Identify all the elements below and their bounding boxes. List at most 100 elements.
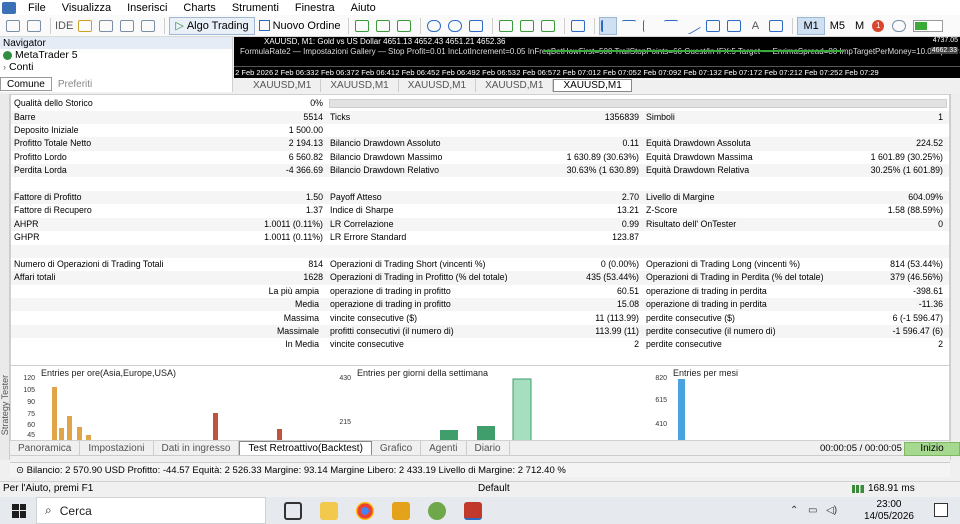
chart-tab[interactable]: XAUUSD,M1 xyxy=(476,78,554,92)
market-icon[interactable] xyxy=(97,17,115,35)
vertical-line-icon[interactable] xyxy=(641,17,659,35)
toolbar-separator xyxy=(492,17,494,34)
menu-insert[interactable]: Inserisci xyxy=(119,2,175,14)
history-quality-label: Qualità dello Storico xyxy=(14,98,93,108)
chart-tab[interactable]: XAUUSD,M1 xyxy=(321,78,399,92)
cursor-icon[interactable] xyxy=(599,16,618,35)
crosshair-icon[interactable] xyxy=(620,17,638,35)
file-explorer-icon[interactable] xyxy=(320,501,338,520)
menu-help[interactable]: Aiuto xyxy=(343,2,384,14)
report-label: vincite consecutive xyxy=(330,339,404,350)
y-tick: 45 xyxy=(27,432,35,439)
chart-indicator-line: FormulaRate2 — Impostazioni Gallery — St… xyxy=(240,47,960,56)
time-tick: 2 Feb 07:17 xyxy=(717,68,758,77)
chevron-up-icon[interactable]: ⌃ xyxy=(790,505,798,516)
algo-trading-button[interactable]: ▷ Algo Trading xyxy=(169,16,255,35)
price-chart[interactable]: XAUUSD, M1: Gold vs US Dollar 4651.13 46… xyxy=(234,37,960,78)
indicators-icon[interactable] xyxy=(539,17,557,35)
menu-view[interactable]: Visualizza xyxy=(54,2,119,14)
report-label: Perdita Lorda xyxy=(14,165,67,176)
menu-window[interactable]: Finestra xyxy=(287,2,343,14)
y-tick: 120 xyxy=(23,375,35,382)
report-value: 2.70 xyxy=(621,191,639,202)
line-chart-icon[interactable] xyxy=(395,17,413,35)
cloud-icon[interactable] xyxy=(118,17,136,35)
chart-tab[interactable]: XAUUSD,M1 xyxy=(399,78,477,92)
algo-trading-label: Algo Trading xyxy=(186,19,249,32)
report-value: 604.09% xyxy=(908,191,943,202)
navigator-item-accounts[interactable]: › Conti xyxy=(0,61,232,73)
tile-windows-icon[interactable] xyxy=(467,17,485,35)
ide-button[interactable]: IDE xyxy=(55,17,73,35)
time-tick: 2 Feb 07:05 xyxy=(596,68,637,77)
tab-settings[interactable]: Impostazioni xyxy=(80,441,154,455)
tab-graph[interactable]: Grafico xyxy=(372,441,422,455)
chart-tab-active[interactable]: XAUUSD,M1 xyxy=(553,78,632,92)
channel-icon[interactable] xyxy=(704,17,722,35)
settings-icon[interactable] xyxy=(890,17,908,35)
tab-inputs[interactable]: Dati in ingresso xyxy=(154,441,240,455)
clock[interactable]: 23:00 14/05/2026 xyxy=(864,499,914,523)
navigator-panel: Navigator MetaTrader 5 › Conti Comune Pr… xyxy=(0,37,233,92)
timeframe-m1[interactable]: M1 xyxy=(797,16,825,35)
backtest-report: Qualità dello Storico 0% Barre 5514 Ticks 1… xyxy=(10,94,950,366)
new-order-button[interactable]: Nuovo Ordine xyxy=(255,17,345,35)
taskbar-search[interactable]: ⌕ Cerca xyxy=(36,497,266,524)
start-button[interactable]: Inizio xyxy=(904,442,960,456)
signals-icon[interactable] xyxy=(139,17,157,35)
menu-tools[interactable]: Strumenti xyxy=(224,2,287,14)
tab-journal[interactable]: Diario xyxy=(467,441,510,455)
app-icon[interactable] xyxy=(392,501,410,520)
text-tool-icon[interactable]: A xyxy=(746,17,764,35)
time-tick: 2 Feb 06:41 xyxy=(355,68,396,77)
shapes-icon[interactable] xyxy=(767,17,785,35)
time-tick: 2 Feb 06:45 xyxy=(395,68,436,77)
network-icon[interactable]: ▭ xyxy=(808,505,817,516)
report-row xyxy=(11,178,949,191)
tab-backtest[interactable]: Test Retroattivo(Backtest) xyxy=(239,441,372,455)
new-chart-icon[interactable] xyxy=(4,17,22,35)
chart-tab[interactable]: XAUUSD,M1 xyxy=(244,78,322,92)
menu-charts[interactable]: Charts xyxy=(175,2,223,14)
horizontal-line-icon[interactable] xyxy=(662,17,680,35)
timeframe-more[interactable]: M xyxy=(850,17,869,35)
vertical-scrollbar[interactable] xyxy=(950,94,960,460)
y-tick: 75 xyxy=(27,411,35,418)
tab-agents[interactable]: Agenti xyxy=(421,441,467,455)
tab-common[interactable]: Comune xyxy=(0,77,52,91)
screenshot-icon[interactable] xyxy=(569,17,587,35)
metatrader-taskbar-icon[interactable] xyxy=(464,501,482,520)
navigator-item-metatrader[interactable]: MetaTrader 5 xyxy=(0,49,232,61)
windows-start-icon[interactable] xyxy=(12,503,26,518)
chrome-icon[interactable] xyxy=(356,501,374,520)
navigator-tabs: Comune Preferiti xyxy=(0,77,98,91)
task-view-icon[interactable] xyxy=(284,501,302,520)
menu-file[interactable]: File xyxy=(20,2,54,14)
y-tick: 60 xyxy=(27,422,35,429)
account-status-line: ⊙ Bilancio: 2 570.90 USD Profitto: -44.5… xyxy=(10,462,950,477)
autoscroll-icon[interactable] xyxy=(518,17,536,35)
app-icon[interactable] xyxy=(428,501,446,520)
trade-arrows-icon[interactable] xyxy=(353,17,371,35)
bar-chart-icon[interactable] xyxy=(374,17,392,35)
lock-icon[interactable] xyxy=(76,17,94,35)
chart-shift-icon[interactable] xyxy=(497,17,515,35)
tab-overview[interactable]: Panoramica xyxy=(10,441,81,455)
notification-center-icon[interactable] xyxy=(934,503,948,517)
hour-bar xyxy=(77,427,82,440)
report-value: 435 (53.44%) xyxy=(586,272,639,283)
zoom-out-icon[interactable] xyxy=(446,17,464,35)
profile-name: Default xyxy=(478,483,510,494)
tab-favorites[interactable]: Preferiti xyxy=(52,77,98,91)
trendline-icon[interactable] xyxy=(683,16,702,35)
notifications-icon[interactable]: 1 xyxy=(869,17,887,35)
volume-icon[interactable]: ◁) xyxy=(826,505,837,516)
navigator-item-label: Conti xyxy=(9,61,34,73)
timeframe-m5[interactable]: M5 xyxy=(825,17,850,35)
zoom-in-icon[interactable] xyxy=(425,17,443,35)
theme-toggle[interactable] xyxy=(913,19,944,32)
report-label: Operazioni di Trading Long (vincenti %) xyxy=(646,258,801,269)
profiles-icon[interactable] xyxy=(25,17,43,35)
fibonacci-icon[interactable] xyxy=(725,17,743,35)
report-label: Profitto Lordo xyxy=(14,151,67,162)
